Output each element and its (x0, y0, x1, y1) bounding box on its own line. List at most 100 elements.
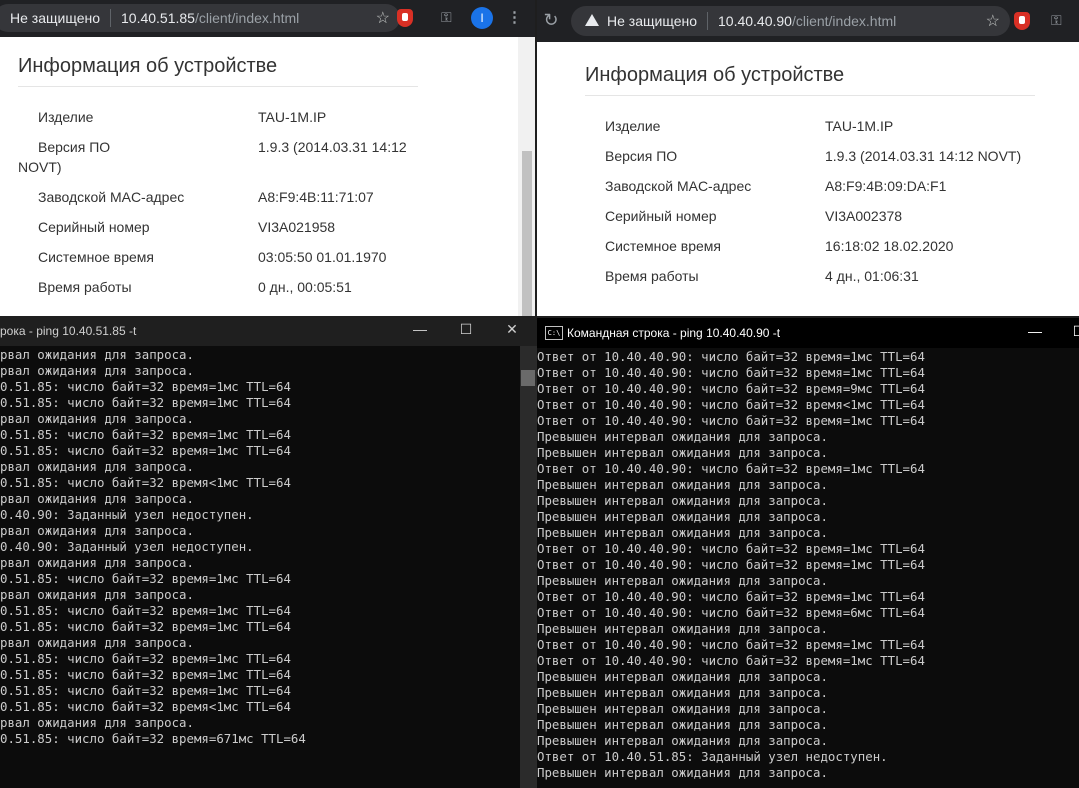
row-value-uptime: 0 дн., 00:05:51 (258, 279, 352, 295)
row-value-firmware: 1.9.3 (2014.03.31 14:12 (258, 139, 407, 155)
page-title: Информация об устройстве (585, 64, 845, 86)
console-line: 0.51.85: число байт=32 время=1мс TTL=64 (0, 603, 291, 618)
right-url-path: /client/index.html (791, 13, 897, 29)
left-address-separator (110, 9, 111, 27)
console-line: Ответ от 10.40.40.90: число байт=32 врем… (537, 589, 925, 604)
extension-shield-icon[interactable] (397, 9, 413, 27)
cmd-window-icon: C:\ (545, 326, 563, 340)
bookmark-star-icon[interactable]: ☆ (376, 8, 390, 28)
right-address-separator (707, 12, 708, 30)
row-value-serial: VI3A021958 (258, 219, 336, 235)
console-line: 0.51.85: число байт=32 время=1мс TTL=64 (0, 571, 291, 586)
console-line: Превышен интервал ожидания для запроса. (537, 621, 828, 636)
minimize-button[interactable]: — (1025, 323, 1045, 339)
row-value-firmware-wrap: NOVT) (18, 159, 62, 175)
key-icon[interactable]: ⚿ (1051, 12, 1062, 29)
console-line: Ответ от 10.40.40.90: число байт=32 врем… (537, 557, 925, 572)
bookmark-star-icon[interactable]: ☆ (986, 11, 1000, 31)
console-line: 0.51.85: число байт=32 время=1мс TTL=64 (0, 395, 291, 410)
row-label-firmware: Версия ПО (38, 139, 111, 155)
console-line: 0.51.85: число байт=32 время=1мс TTL=64 (0, 443, 291, 458)
right-console-output: Ответ от 10.40.40.90: число байт=32 врем… (537, 349, 925, 781)
console-line: Ответ от 10.40.40.90: число байт=32 врем… (537, 349, 925, 364)
reload-icon[interactable]: ↻ (541, 10, 561, 31)
console-line: Ответ от 10.40.40.90: число байт=32 врем… (537, 605, 925, 620)
console-line: Превышен интервал ожидания для запроса. (537, 509, 828, 524)
row-value-mac: A8:F9:4B:09:DA:F1 (825, 178, 947, 194)
right-console-window: C:\ Командная строка - ping 10.40.40.90 … (537, 318, 1079, 788)
console-line: 0.51.85: число байт=32 время=671мс TTL=6… (0, 731, 306, 746)
row-label-uptime: Время работы (38, 279, 132, 295)
right-browser-window: ↻ Не защищено 10.40.40.90/client/index.h… (537, 0, 1079, 316)
console-line: Превышен интервал ожидания для запроса. (537, 701, 828, 716)
console-line: Превышен интервал ожидания для запроса. (537, 477, 828, 492)
console-line: рвал ожидания для запроса. (0, 523, 194, 538)
console-line: Ответ от 10.40.40.90: число байт=32 врем… (537, 397, 925, 412)
console-line: 0.51.85: число байт=32 время=1мс TTL=64 (0, 427, 291, 442)
console-line: Ответ от 10.40.40.90: число байт=32 врем… (537, 637, 925, 652)
row-label-system-time: Системное время (605, 238, 722, 254)
title-divider (585, 95, 1035, 96)
left-console-titlebar: рока - ping 10.40.51.85 -t — ☐ ✕ (0, 316, 537, 346)
row-label-product: Изделие (38, 109, 94, 125)
not-secure-warning-icon (585, 14, 599, 26)
console-line: рвал ожидания для запроса. (0, 635, 194, 650)
extension-shield-icon[interactable] (1014, 12, 1030, 30)
row-value-system-time: 16:18:02 18.02.2020 (825, 238, 954, 254)
row-value-product: TAU-1M.IP (258, 109, 327, 125)
maximize-button[interactable]: ☐ (1069, 323, 1079, 340)
left-browser-toolbar: Не защищено 10.40.51.85/client/index.htm… (0, 0, 535, 37)
console-line: 0.51.85: число байт=32 время=1мс TTL=64 (0, 619, 291, 634)
console-line: 0.40.90: Заданный узел недоступен. (0, 507, 254, 522)
row-value-mac: A8:F9:4B:11:71:07 (258, 189, 374, 205)
row-label-mac: Заводской MAC-адрес (38, 189, 185, 205)
console-line: рвал ожидания для запроса. (0, 491, 194, 506)
left-console-scroll-thumb[interactable] (521, 370, 535, 386)
key-icon[interactable]: ⚿ (441, 9, 452, 26)
row-value-serial: VI3A002378 (825, 208, 903, 224)
row-label-mac: Заводской MAC-адрес (605, 178, 752, 194)
page-title: Информация об устройстве (18, 55, 278, 77)
console-line: 0.51.85: число байт=32 время=1мс TTL=64 (0, 683, 291, 698)
left-console-scrollbar[interactable] (520, 346, 537, 788)
console-line: Превышен интервал ожидания для запроса. (537, 445, 828, 460)
right-url-host: 10.40.40.90 (718, 13, 792, 29)
close-button[interactable]: ✕ (502, 321, 522, 338)
left-address-bar[interactable]: Не защищено 10.40.51.85/client/index.htm… (0, 4, 400, 32)
console-line: рвал ожидания для запроса. (0, 459, 194, 474)
console-line: Превышен интервал ожидания для запроса. (537, 429, 828, 444)
console-line: Превышен интервал ожидания для запроса. (537, 765, 828, 780)
console-line: 0.51.85: число байт=32 время=1мс TTL=64 (0, 651, 291, 666)
maximize-button[interactable]: ☐ (456, 321, 476, 338)
profile-avatar[interactable]: I (471, 7, 493, 29)
right-browser-toolbar: ↻ Не защищено 10.40.40.90/client/index.h… (537, 0, 1079, 42)
console-line: рвал ожидания для запроса. (0, 411, 194, 426)
minimize-button[interactable]: — (410, 321, 430, 337)
left-url-host: 10.40.51.85 (121, 10, 195, 26)
console-line: Превышен интервал ожидания для запроса. (537, 573, 828, 588)
console-line: 0.51.85: число байт=32 время=1мс TTL=64 (0, 667, 291, 682)
row-value-uptime: 4 дн., 01:06:31 (825, 268, 919, 284)
right-address-bar[interactable]: Не защищено 10.40.40.90/client/index.htm… (571, 6, 1010, 36)
console-line: Превышен интервал ожидания для запроса. (537, 685, 828, 700)
left-console-window: рока - ping 10.40.51.85 -t — ☐ ✕ рвал ож… (0, 316, 537, 788)
row-value-product: TAU-1M.IP (825, 118, 894, 134)
left-security-label[interactable]: Не защищено (10, 10, 100, 26)
row-value-firmware: 1.9.3 (2014.03.31 14:12 NOVT) (825, 148, 1022, 164)
right-security-label[interactable]: Не защищено (607, 13, 697, 29)
console-line: Ответ от 10.40.51.85: Заданный узел недо… (537, 749, 888, 764)
menu-kebab-icon[interactable]: ⋮ (507, 8, 522, 26)
console-line: 0.51.85: число байт=32 время=1мс TTL=64 (0, 379, 291, 394)
console-line: рвал ожидания для запроса. (0, 587, 194, 602)
left-console-title: рока - ping 10.40.51.85 -t (0, 324, 137, 338)
console-line: Превышен интервал ожидания для запроса. (537, 717, 828, 732)
right-console-title: Командная строка - ping 10.40.40.90 -t (567, 326, 781, 340)
left-url-path: /client/index.html (194, 10, 300, 26)
console-line: Ответ от 10.40.40.90: число байт=32 врем… (537, 461, 925, 476)
row-label-system-time: Системное время (38, 249, 155, 265)
console-line: Ответ от 10.40.40.90: число байт=32 врем… (537, 365, 925, 380)
row-label-product: Изделие (605, 118, 661, 134)
left-page-scroll-thumb[interactable] (522, 151, 532, 316)
console-line: Ответ от 10.40.40.90: число байт=32 врем… (537, 413, 925, 428)
left-page-scrollbar[interactable] (518, 37, 535, 316)
